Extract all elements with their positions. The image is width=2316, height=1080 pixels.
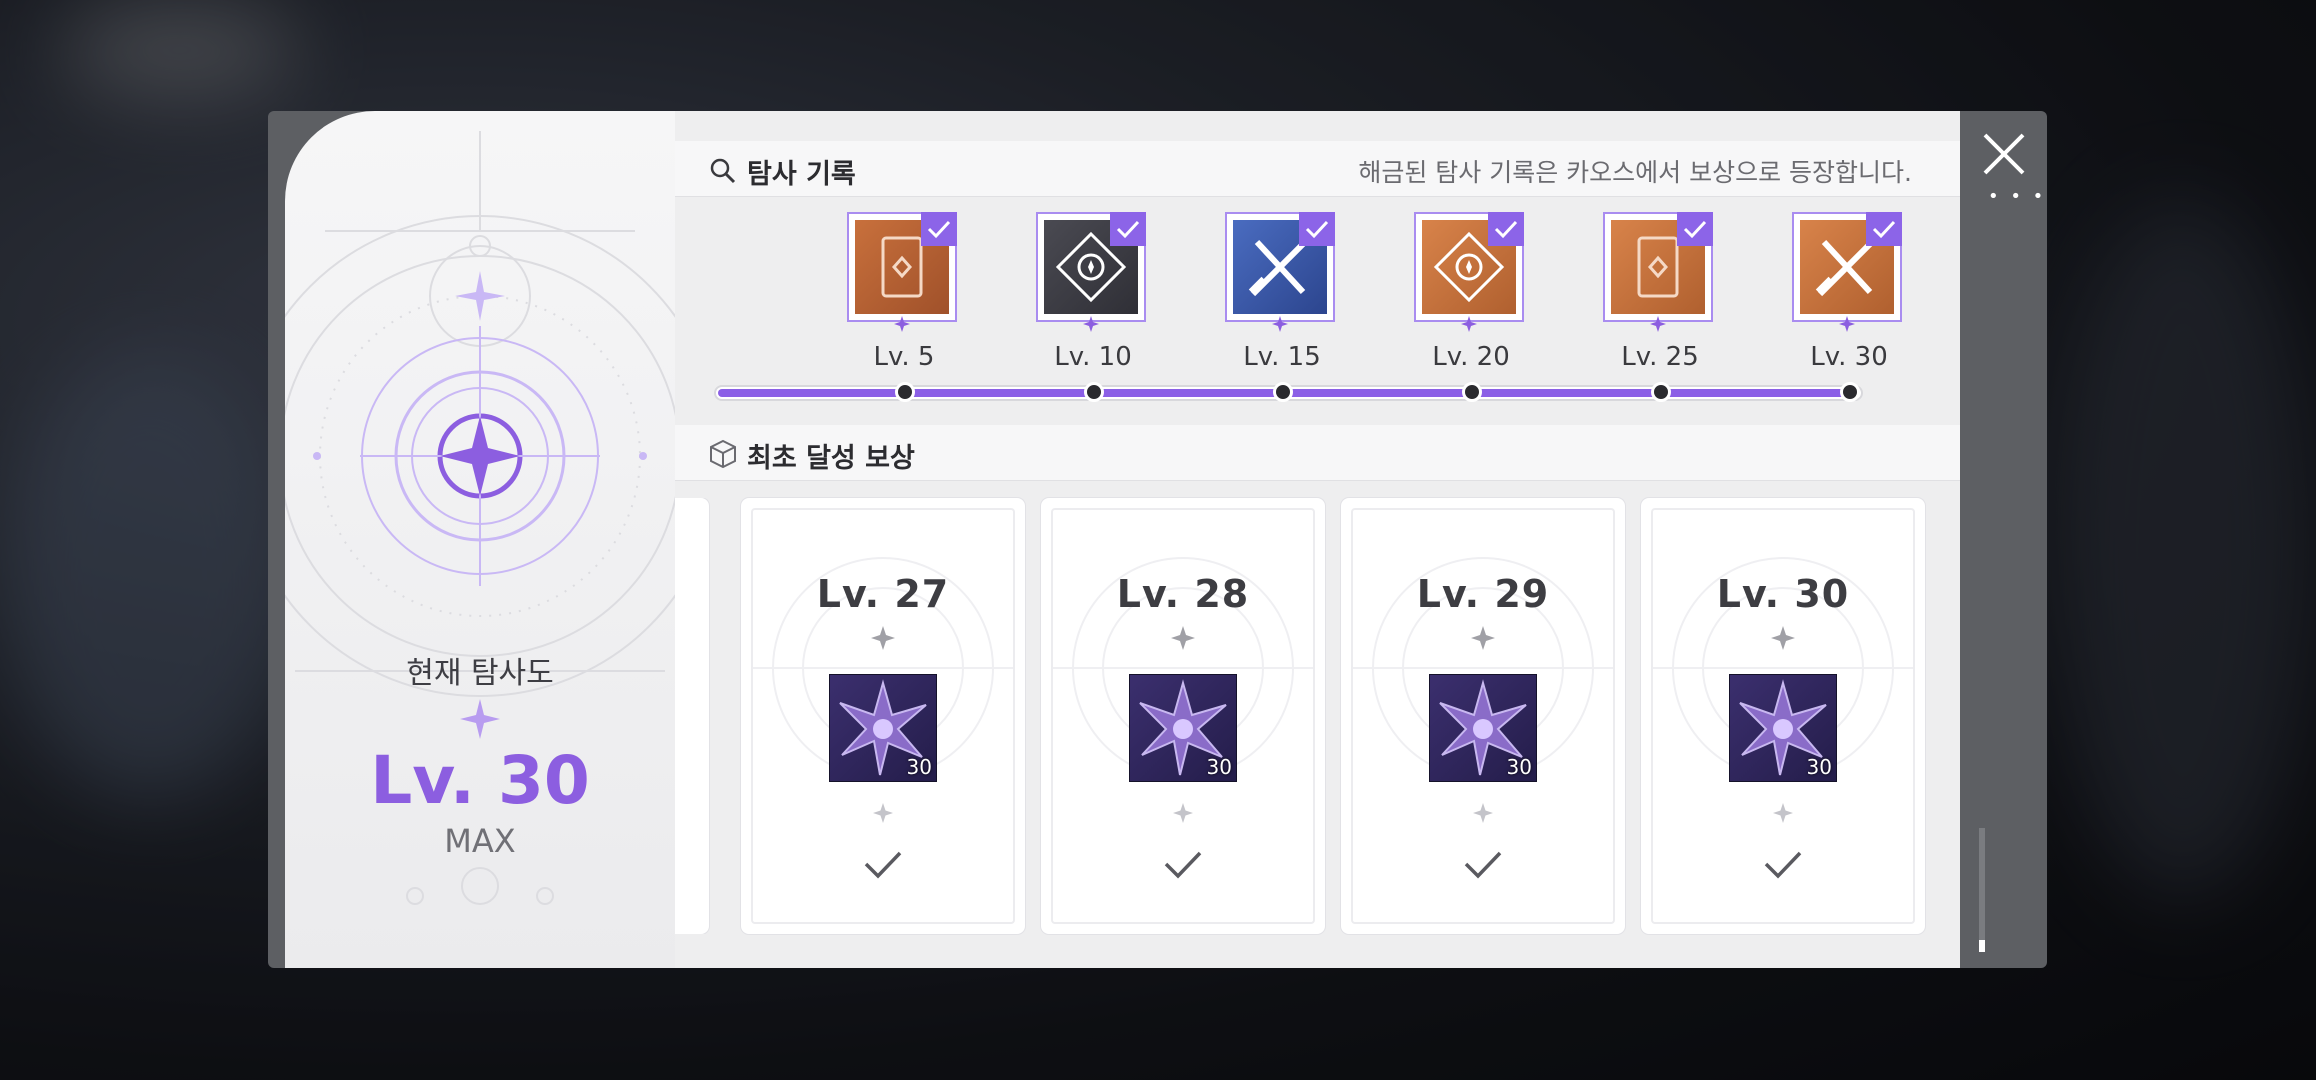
sparkle-icon	[1773, 803, 1793, 823]
sparkle-icon	[1771, 626, 1795, 650]
sparkle-icon	[1473, 803, 1493, 823]
current-level-value: Lv. 30	[370, 742, 590, 819]
reward-card[interactable]: Lv. 29 30	[1341, 498, 1625, 934]
progress-node	[895, 382, 915, 402]
sparkle-icon	[871, 626, 895, 650]
cube-icon	[710, 439, 736, 469]
sparkle-icon	[1461, 316, 1477, 332]
unlocked-check-icon	[921, 212, 957, 246]
claimed-check-icon	[864, 851, 902, 879]
record-badge	[1603, 212, 1713, 322]
claimed-check-icon	[1164, 851, 1202, 879]
progress-node	[1084, 382, 1104, 402]
reward-item-icon[interactable]: 30	[1429, 674, 1537, 782]
claimed-check-icon	[1764, 851, 1802, 879]
exploration-records-header: 탐사 기록 해금된 탐사 기록은 카오스에서 보상으로 등장합니다.	[675, 141, 1960, 197]
unlocked-check-icon	[1866, 212, 1902, 246]
reward-item-count: 30	[1806, 755, 1832, 779]
sparkle-icon	[1839, 316, 1855, 332]
reward-level-label: Lv. 30	[1716, 572, 1850, 616]
close-icon[interactable]	[1981, 131, 2027, 177]
unlocked-check-icon	[1677, 212, 1713, 246]
exploration-records-title: 탐사 기록	[747, 159, 856, 190]
sparkle-icon	[1471, 626, 1495, 650]
record-level-label: Lv. 20	[1432, 342, 1510, 372]
current-exploration-label: 현재 탐사도	[406, 656, 554, 691]
record-level-label: Lv. 10	[1054, 342, 1132, 372]
record-badge	[1225, 212, 1335, 322]
claimed-check-icon	[1464, 851, 1502, 879]
reward-item-icon[interactable]: 30	[829, 674, 937, 782]
reward-card[interactable]: Lv. 27 30	[741, 498, 1025, 934]
reward-card-clipped	[675, 498, 725, 934]
search-icon	[710, 158, 736, 184]
unlocked-check-icon	[1299, 212, 1335, 246]
sparkle-icon	[1173, 803, 1193, 823]
reward-item-count: 30	[1206, 755, 1232, 779]
record-badge	[1036, 212, 1146, 322]
reward-item-icon[interactable]: 30	[1129, 674, 1237, 782]
first-achievement-rewards-header: 최초 달성 보상	[675, 425, 1960, 481]
sparkle-icon	[873, 803, 893, 823]
reward-card[interactable]: Lv. 30 30	[1641, 498, 1925, 934]
sparkle-icon	[1650, 316, 1666, 332]
unlocked-check-icon	[1110, 212, 1146, 246]
exploration-records-note: 해금된 탐사 기록은 카오스에서 보상으로 등장합니다.	[1358, 158, 1912, 187]
sparkle-icon	[1272, 316, 1288, 332]
record-badge	[847, 212, 957, 322]
record-level-label: Lv. 25	[1621, 342, 1699, 372]
reward-card[interactable]: Lv. 28 30	[1041, 498, 1325, 934]
max-label: MAX	[444, 822, 516, 860]
reward-level-label: Lv. 29	[1416, 572, 1550, 616]
sparkle-icon	[1171, 626, 1195, 650]
progress-node	[1462, 382, 1482, 402]
progress-node	[1651, 382, 1671, 402]
reward-level-label: Lv. 27	[816, 572, 950, 616]
reward-level-label: Lv. 28	[1116, 572, 1250, 616]
sparkle-icon	[1083, 316, 1099, 332]
record-level-label: Lv. 30	[1810, 342, 1888, 372]
more-dots-icon: • • •	[1988, 186, 2047, 207]
record-level-label: Lv. 15	[1243, 342, 1321, 372]
scrollbar[interactable]	[1979, 828, 1985, 952]
progress-node	[1840, 382, 1860, 402]
progress-node	[1273, 382, 1293, 402]
reward-item-count: 30	[1506, 755, 1532, 779]
record-badge	[1792, 212, 1902, 322]
record-badge	[1414, 212, 1524, 322]
sparkle-icon	[894, 316, 910, 332]
first-achievement-rewards-title: 최초 달성 보상	[747, 443, 915, 474]
unlocked-check-icon	[1488, 212, 1524, 246]
reward-item-icon[interactable]: 30	[1729, 674, 1837, 782]
record-level-label: Lv. 5	[873, 342, 935, 372]
reward-item-count: 30	[906, 755, 932, 779]
